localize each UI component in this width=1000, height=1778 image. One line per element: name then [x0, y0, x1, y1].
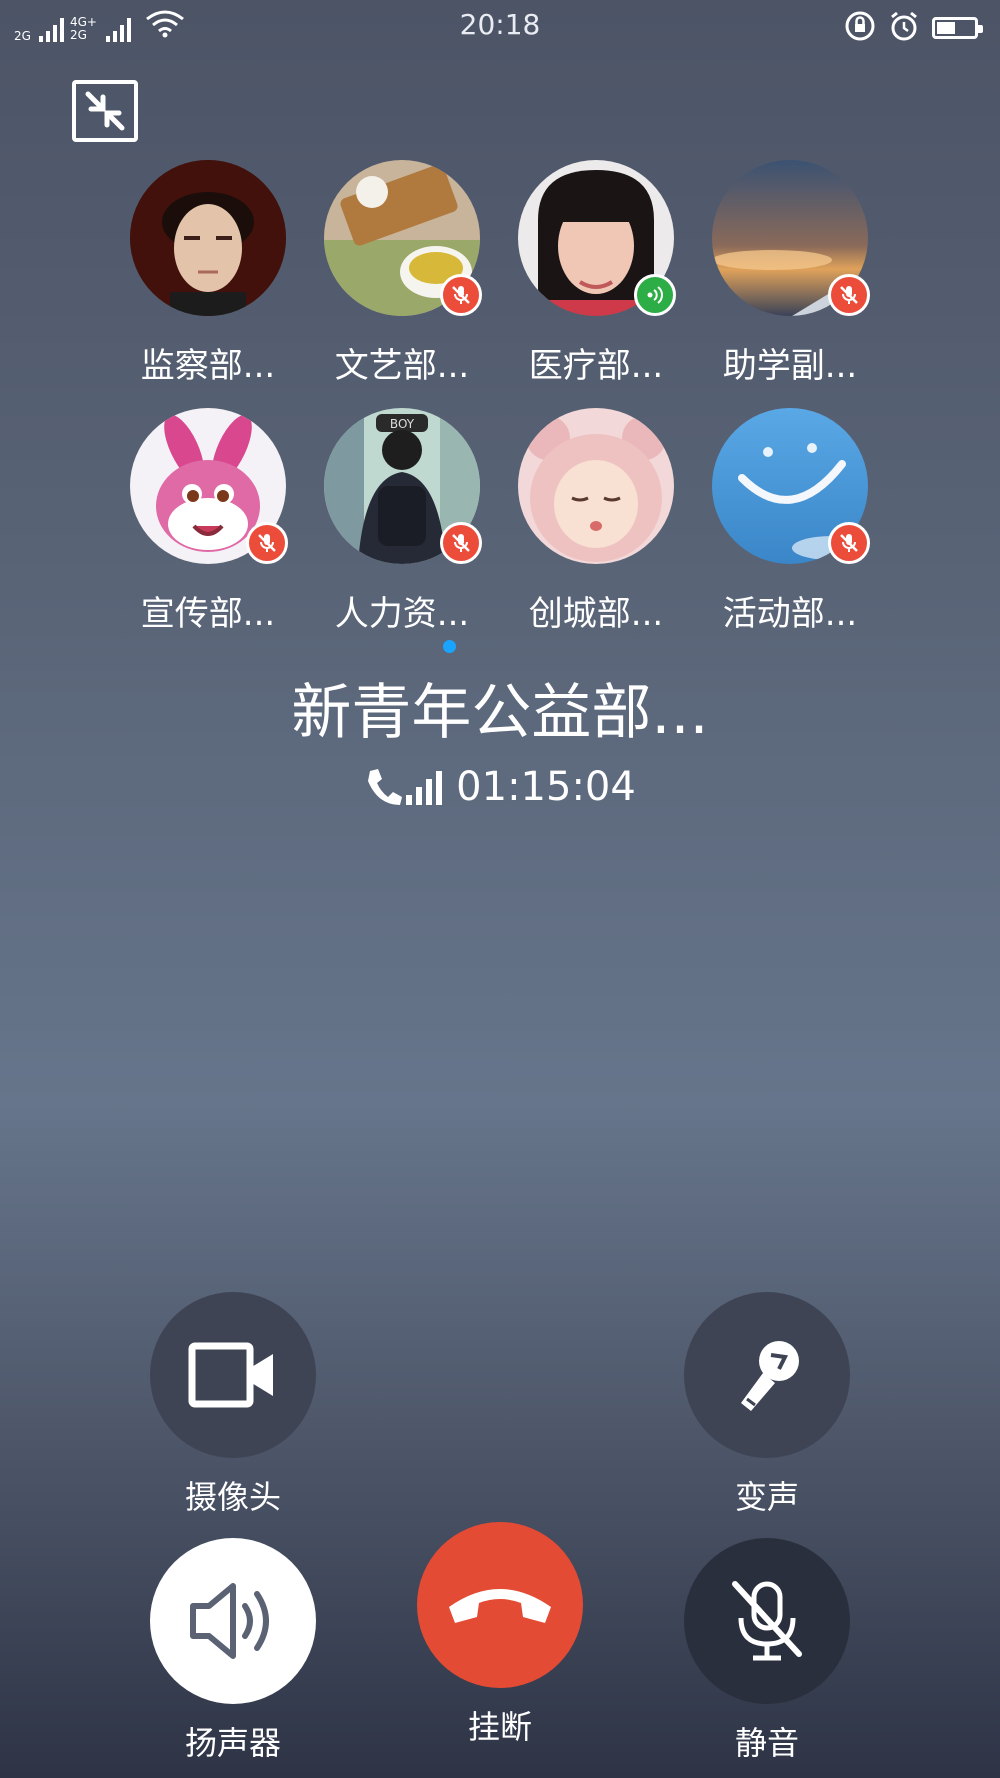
voice-change-label: 变声 [734, 1478, 799, 1516]
rotation-lock-icon [844, 10, 876, 46]
mic-off-icon [840, 286, 858, 304]
mic-off-icon [452, 534, 470, 552]
member-item[interactable]: BOY 人力资... [312, 408, 492, 635]
video-camera-icon [188, 1342, 273, 1408]
muted-badge [246, 522, 288, 564]
call-info: 01:15:04 [0, 764, 1000, 810]
speaker-button[interactable]: 扬声器 [133, 1538, 333, 1764]
battery-icon [932, 17, 983, 39]
speaker-label: 扬声器 [184, 1724, 281, 1762]
speaker-icon [190, 1583, 269, 1659]
member-item[interactable]: 医疗部... [506, 160, 686, 387]
member-name: 助学副... [722, 346, 858, 386]
cap-text: BOY [390, 417, 415, 431]
magic-microphone-icon [741, 1341, 799, 1411]
mic-off-icon [258, 534, 276, 552]
muted-badge [440, 274, 482, 316]
status-icons-right [844, 10, 983, 46]
status-bar: 2G 4G+ 2G 20:18 [0, 0, 1000, 52]
camera-button[interactable]: 摄像头 [133, 1292, 333, 1518]
member-item[interactable]: 助学副... [700, 160, 880, 387]
member-name: 文艺部... [334, 346, 470, 386]
voice-change-button[interactable]: 变声 [667, 1292, 867, 1518]
minimize-button[interactable] [72, 80, 138, 142]
member-name: 人力资... [334, 594, 470, 634]
member-name: 监察部... [140, 346, 276, 386]
mute-button[interactable]: 静音 [667, 1538, 867, 1764]
member-item[interactable]: 文艺部... [312, 160, 492, 387]
member-item[interactable]: 活动部... [700, 408, 880, 635]
camera-label: 摄像头 [184, 1478, 281, 1516]
mute-label: 静音 [734, 1724, 799, 1762]
member-name: 医疗部... [528, 346, 664, 386]
phone-signal-icon [368, 769, 443, 805]
alarm-icon [888, 10, 920, 46]
muted-badge [440, 522, 482, 564]
mic-off-icon [732, 1581, 802, 1661]
member-name: 创城部... [528, 594, 664, 634]
voice-wave-icon [647, 286, 663, 304]
speaking-badge [634, 274, 676, 316]
muted-badge [828, 274, 870, 316]
member-item[interactable]: 宣传部... [118, 408, 298, 635]
muted-badge [828, 522, 870, 564]
member-item[interactable]: 创城部... [506, 408, 686, 635]
page-indicator-dot[interactable] [443, 640, 456, 653]
call-duration: 01:15:04 [456, 764, 636, 810]
hangup-button[interactable]: 挂断 [400, 1522, 600, 1748]
mic-off-icon [452, 286, 470, 304]
member-item[interactable]: 监察部... [118, 160, 298, 387]
hangup-label: 挂断 [467, 1708, 532, 1746]
member-name: 宣传部... [140, 594, 276, 634]
avatar [130, 160, 286, 316]
group-name: 新青年公益部... [291, 678, 709, 748]
mic-off-icon [840, 534, 858, 552]
member-name: 活动部... [722, 594, 858, 634]
avatar [518, 408, 674, 564]
collapse-arrows-icon [85, 91, 125, 131]
end-call-icon [449, 1589, 551, 1623]
